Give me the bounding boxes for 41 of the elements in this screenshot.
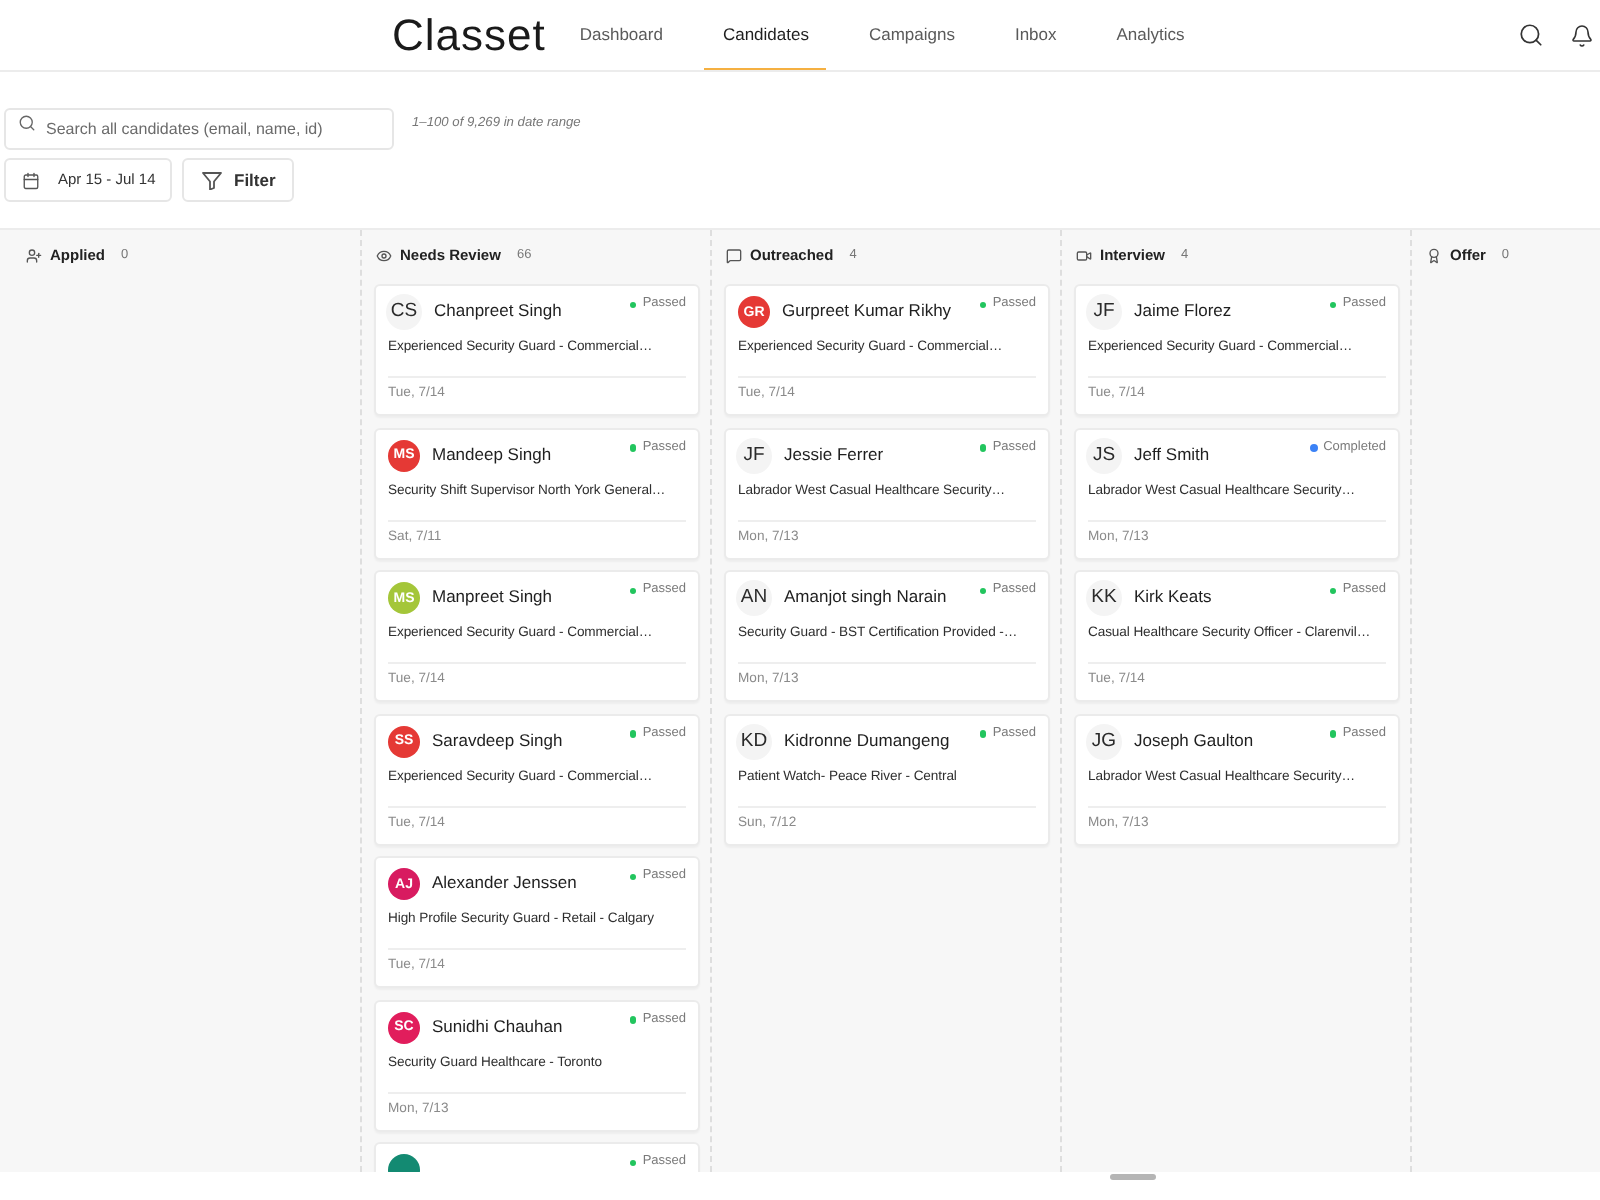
avatar: JG [1086,723,1122,759]
nav-tab[interactable]: Campaigns [850,0,973,70]
bell-icon[interactable] [1570,23,1594,47]
candidate-name: Kirk Keats [1134,588,1212,606]
candidate-name: Amanjot singh Narain [784,588,947,606]
user-plus-icon [26,248,42,264]
filter-button[interactable]: Filter [182,158,294,202]
calendar-icon [22,171,40,189]
candidate-name: Sunidhi Chauhan [432,1017,563,1035]
logo[interactable]: Classet [392,13,546,57]
candidate-name: Alexander Jenssen [432,874,577,892]
candidate-name: Jessie Ferrer [784,445,884,463]
nav-tab[interactable]: Dashboard [561,0,681,70]
search-field[interactable]: Search all candidates (email, name, id) [4,108,394,150]
avatar: KD [736,723,772,759]
avatar: JF [1086,294,1122,330]
avatar: CS [386,294,422,330]
candidate-name: Kidronne Dumangeng [784,731,950,749]
candidate-name: Manpreet Singh [432,588,553,606]
candidate-name: Jaime Florez [1134,302,1232,320]
nav-tab[interactable]: Inbox [996,0,1075,70]
search-icon[interactable] [1518,22,1544,48]
candidate-name: Mandeep Singh [432,445,552,463]
candidate-name: Jeff Smith [1134,445,1210,463]
candidate-name: Saravdeep Singh [432,731,563,749]
avatar: JS [1086,437,1122,473]
search-icon [18,114,36,132]
candidate-name: Gurpreet Kumar Rikhy [782,302,952,320]
award-icon [1426,248,1442,264]
candidate-name: Chanpreet Singh [434,302,562,320]
nav-tab[interactable]: Candidates [704,0,827,70]
avatar: JF [736,437,772,473]
nav-tab[interactable]: Analytics [1098,0,1203,70]
avatar: KK [1086,580,1122,616]
chat-bubble-icon [726,248,742,264]
eye-icon [376,248,392,264]
candidate-name: Joseph Gaulton [1134,731,1254,749]
avatar: AN [736,580,772,616]
video-camera-icon [1076,248,1092,264]
funnel-icon [202,171,222,189]
scrollbar-thumb[interactable] [1110,1174,1156,1180]
